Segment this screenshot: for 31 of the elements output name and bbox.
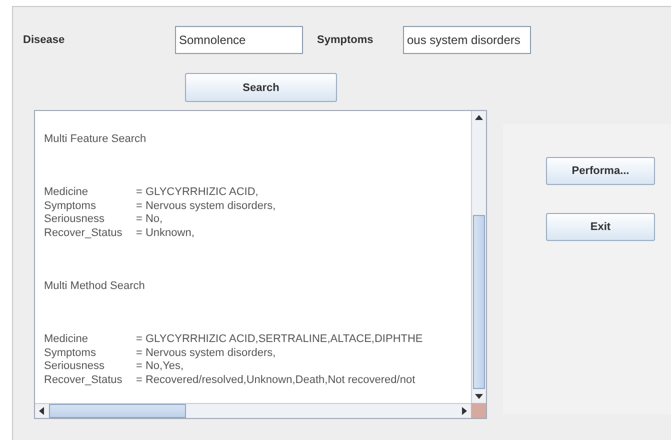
field-label: Recover_Status bbox=[44, 374, 124, 387]
field-label: Medicine bbox=[44, 186, 90, 200]
field-label: Symptoms bbox=[44, 200, 97, 213]
horizontal-scrollbar[interactable] bbox=[35, 403, 471, 418]
scrollbar-thumb[interactable] bbox=[473, 215, 485, 389]
scrollbar-thumb[interactable] bbox=[49, 404, 186, 418]
scrollbar-corner bbox=[471, 403, 486, 418]
section-title: Multi Feature Search bbox=[44, 133, 148, 147]
field-value: = GLYCYRRHIZIC ACID, bbox=[136, 186, 258, 200]
field-label: Seriousness bbox=[44, 213, 106, 226]
vertical-scrollbar[interactable] bbox=[471, 111, 486, 403]
symptoms-label: Symptoms bbox=[317, 34, 374, 46]
field-value: = Unknown, bbox=[136, 226, 194, 240]
field-value: = No,Yes, bbox=[136, 360, 184, 374]
field-label: Recover_Status bbox=[44, 226, 124, 240]
symptoms-field[interactable]: ous system disorders bbox=[403, 26, 531, 54]
field-value: = No, bbox=[136, 213, 163, 226]
field-value: = Nervous system disorders, bbox=[136, 200, 276, 213]
field-value: = GLYCYRRHIZIC ACID,SERTRALINE,ALTACE,DIPHTHE bbox=[136, 333, 423, 346]
field-value: = Recovered/resolved,Unknown,Death,Not recovered/not bbox=[136, 374, 416, 387]
action-button[interactable]: Performa... bbox=[546, 157, 655, 185]
section-title: Multi Method Search bbox=[44, 280, 146, 294]
disease-field[interactable]: Somnolence bbox=[175, 26, 303, 54]
results-text-area[interactable] bbox=[34, 110, 487, 419]
field-value: = Nervous system disorders, bbox=[136, 346, 276, 360]
action-button[interactable]: Exit bbox=[546, 213, 655, 241]
disease-label: Disease bbox=[23, 34, 66, 46]
search-button[interactable]: Search bbox=[185, 73, 337, 102]
field-label: Seriousness bbox=[44, 360, 106, 374]
field-label: Medicine bbox=[44, 333, 90, 346]
field-label: Symptoms bbox=[44, 346, 97, 360]
